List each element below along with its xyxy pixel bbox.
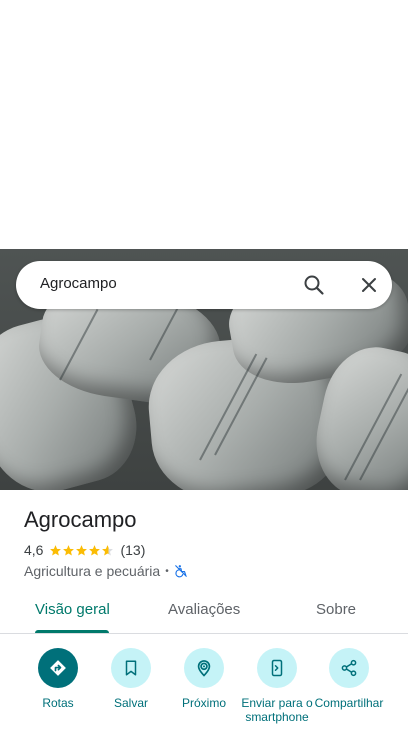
- place-title: Agrocampo: [24, 507, 137, 532]
- star-icon: [63, 544, 75, 555]
- save-label: Salvar: [113, 696, 148, 710]
- tabs-divider: [0, 633, 408, 634]
- tab-about[interactable]: Sobre: [316, 601, 356, 618]
- place-tabs: Visão geral Avaliações Sobre: [0, 590, 408, 634]
- directions-label: Rotas: [42, 696, 74, 710]
- separator-dot: •: [165, 565, 169, 577]
- tab-overview[interactable]: Visão geral: [35, 601, 110, 618]
- tab-reviews[interactable]: Avaliações: [168, 601, 240, 618]
- send-to-phone-button[interactable]: Enviar para o smartphone: [238, 648, 316, 724]
- send-to-phone-label: Enviar para o smartphone: [241, 696, 313, 724]
- not-wheelchair-accessible-icon: [174, 565, 187, 578]
- search-bar[interactable]: Agrocampo: [16, 261, 392, 309]
- nearby-label: Próximo: [181, 696, 226, 710]
- search-icon[interactable]: [302, 273, 326, 297]
- share-label: Compartilhar: [314, 696, 384, 710]
- place-category: Agricultura e pecuária: [24, 563, 161, 579]
- rating-value: 4,6: [24, 542, 44, 558]
- bookmark-icon: [125, 660, 137, 676]
- nearby-button[interactable]: Próximo: [165, 648, 243, 710]
- star-icon: [50, 544, 62, 555]
- send-to-phone-icon: [271, 659, 283, 677]
- star-icon: [89, 544, 101, 555]
- directions-button[interactable]: Rotas: [19, 648, 97, 710]
- nearby-icon: [197, 660, 211, 677]
- share-button[interactable]: Compartilhar: [310, 648, 388, 710]
- directions-icon: [50, 660, 66, 676]
- share-icon: [341, 659, 357, 677]
- close-icon[interactable]: [357, 273, 381, 297]
- category-row: Agricultura e pecuária •: [24, 563, 188, 579]
- search-input[interactable]: Agrocampo: [40, 275, 117, 292]
- half-star-icon: [102, 544, 114, 555]
- rating-row[interactable]: 4,6 (13): [24, 542, 145, 558]
- review-count[interactable]: (13): [120, 542, 145, 558]
- save-button[interactable]: Salvar: [92, 648, 170, 710]
- rating-stars: [49, 544, 114, 557]
- star-icon: [76, 544, 88, 555]
